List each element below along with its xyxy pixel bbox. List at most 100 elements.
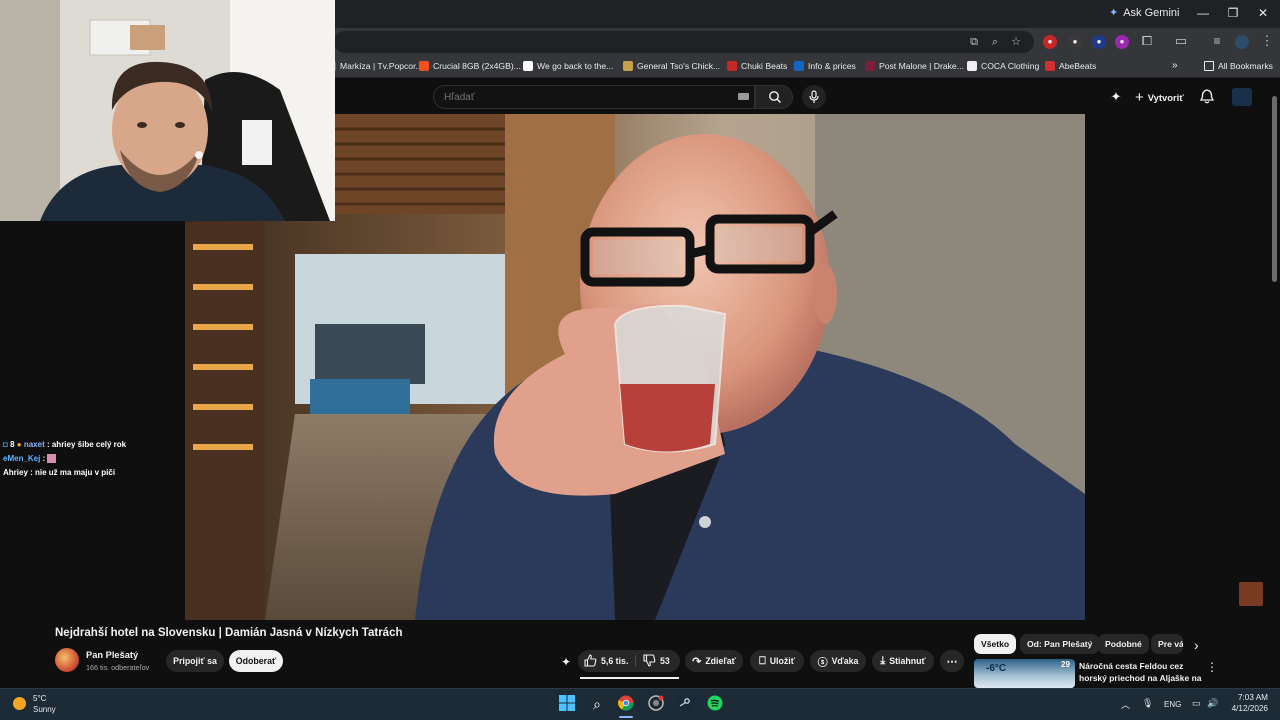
bookmark-item[interactable]: General Tso's Chick...	[623, 61, 720, 71]
chrome-active-indicator	[619, 716, 633, 718]
chip-related[interactable]: Podobné	[1098, 634, 1149, 654]
keyboard-icon[interactable]	[738, 93, 749, 100]
extension-red-icon[interactable]: ●	[1043, 35, 1057, 49]
search-box[interactable]	[433, 85, 755, 109]
channel-name[interactable]: Pan Plešatý	[86, 650, 138, 660]
chat-coin-icon: ●	[16, 440, 22, 449]
extension-blue-icon[interactable]: ●	[1092, 35, 1106, 49]
install-app-icon[interactable]: ⧉	[966, 34, 982, 50]
thanks-button[interactable]: ⓢ Vďaka	[810, 650, 866, 672]
bookmark-label: General Tso's Chick...	[637, 61, 721, 71]
zoom-icon[interactable]: ⌕	[987, 34, 1003, 50]
search-icon	[769, 91, 782, 104]
windows-start-icon[interactable]	[558, 695, 576, 713]
create-label: Vytvoriť	[1147, 91, 1184, 103]
chat-emote-icon	[47, 454, 57, 464]
create-button[interactable]: + Vytvoriť	[1129, 86, 1190, 108]
account-avatar[interactable]	[1232, 88, 1252, 106]
bookmark-label: We go back to the...	[537, 61, 614, 71]
bookmark-label: Chuki Beats	[741, 61, 788, 71]
reading-list-icon[interactable]: ≡	[1209, 33, 1225, 49]
share-button[interactable]: ↷ Zdieľať	[685, 650, 743, 672]
video-title: Nejdrahší hotel na Slovensku | Damián Ja…	[55, 627, 403, 639]
bookmark-item[interactable]: Crucial 8GB (2x4GB)...	[419, 61, 521, 71]
cast-icon[interactable]: ▭	[1173, 33, 1189, 49]
like-bar	[580, 677, 679, 679]
chat-username: naxet	[23, 440, 45, 449]
network-icon[interactable]: ▭	[1192, 698, 1201, 709]
tray-overflow-chevron-icon[interactable]: ︿	[1121, 698, 1130, 711]
voice-search-button[interactable]	[802, 85, 826, 109]
search-input[interactable]	[434, 86, 754, 108]
restore-window-button[interactable]: ❐	[1218, 4, 1248, 22]
bookmark-star-icon[interactable]: ☆	[1008, 34, 1024, 50]
bookmark-item[interactable]: Post Malone | Drake...	[865, 61, 964, 71]
tray-microphone-icon[interactable]: 🎙	[1142, 698, 1153, 709]
bookmark-item[interactable]: We go back to the...	[523, 61, 613, 71]
clock-date: 4/12/2026	[1231, 704, 1268, 713]
dislike-button[interactable]: 53	[643, 654, 670, 667]
extension-gray-icon[interactable]: ●	[1068, 35, 1082, 49]
stream-chat: ◘ 8 ● naxet : ahriey šibe celý rok eMen_…	[3, 438, 126, 480]
language-indicator[interactable]: ENG	[1164, 700, 1181, 709]
taskbar-search-icon[interactable]: ⌕	[588, 695, 606, 713]
recommendation-thumbnail[interactable]: -6°C	[974, 659, 1075, 688]
notifications-bell-icon[interactable]	[1199, 88, 1215, 110]
recommendation-more-icon[interactable]: ⋮	[1206, 660, 1218, 674]
share-label: Zdieľať	[705, 656, 736, 666]
minimize-window-button[interactable]: —	[1188, 4, 1218, 22]
channel-watermark-avatar[interactable]	[1239, 582, 1263, 606]
chip-for-you[interactable]: Pre vá	[1151, 634, 1183, 654]
join-button[interactable]: Pripojiť sa	[166, 650, 224, 672]
bookmark-item[interactable]: COCA Clothing	[967, 61, 1039, 71]
streamer-webcam-image	[0, 0, 335, 221]
bookmark-item[interactable]: AbeBeats	[1045, 61, 1096, 71]
more-actions-button[interactable]: ⋯	[940, 650, 964, 672]
bookmark-favicon-icon	[865, 61, 875, 71]
chat-message: nie už ma maju v piči	[35, 468, 116, 477]
close-window-button[interactable]: ✕	[1248, 4, 1278, 22]
ask-sparkle-icon[interactable]: ✦	[559, 655, 573, 669]
subscriber-count: 166 tis. odberateľov	[86, 663, 150, 672]
chrome-menu-icon[interactable]: ⋮	[1259, 33, 1275, 49]
clock-time: 7:03 AM	[1237, 693, 1268, 702]
chips-next-chevron-icon[interactable]: ›	[1194, 637, 1199, 653]
address-bar[interactable]	[334, 31, 1034, 53]
like-button[interactable]: 5,6 tis.	[584, 654, 628, 667]
spotify-taskbar-icon[interactable]	[706, 695, 724, 713]
save-button[interactable]: ⎕ Uložiť	[750, 650, 804, 672]
bookmark-item[interactable]: Info & prices	[794, 61, 856, 71]
volume-icon[interactable]: 🔊	[1207, 698, 1218, 709]
extension-purple-icon[interactable]: ●	[1115, 35, 1129, 49]
gemini-sparkle-icon: ✦	[1109, 7, 1119, 19]
weather-widget[interactable]: 5°C Sunny	[33, 693, 56, 715]
like-count: 5,6 tis.	[601, 655, 629, 666]
extensions-puzzle-icon[interactable]: ⧠	[1139, 33, 1155, 49]
search-button[interactable]	[755, 85, 793, 109]
subscribe-button[interactable]: Odoberať	[229, 650, 283, 672]
chat-line: Ahriey : nie už ma maju v piči	[3, 468, 116, 477]
more-bookmarks-chevron-icon[interactable]: »	[1172, 60, 1178, 71]
weather-desc: Sunny	[33, 705, 56, 714]
steam-taskbar-icon[interactable]	[676, 695, 694, 713]
chrome-taskbar-icon[interactable]	[617, 695, 635, 713]
chat-badge-icon: ◘	[3, 440, 8, 449]
chip-from-channel[interactable]: Od: Pan Plešatý	[1020, 634, 1100, 654]
chip-all[interactable]: Všetko	[974, 634, 1017, 654]
page-scrollbar-thumb[interactable]	[1272, 96, 1277, 282]
ask-gemini-button[interactable]: ✦ Ask Gemini	[1109, 6, 1179, 20]
all-bookmarks-button[interactable]: All Bookmarks	[1204, 61, 1273, 71]
like-divider	[635, 655, 636, 667]
channel-avatar[interactable]	[55, 648, 79, 672]
recommendation-badge: 29	[1061, 660, 1070, 669]
download-button[interactable]: ⤓ Stiahnuť	[872, 650, 934, 672]
profile-avatar-icon[interactable]	[1235, 35, 1249, 49]
bookmark-item[interactable]: Markíza | Tv.Popcor...	[326, 61, 423, 71]
sun-weather-icon[interactable]	[13, 697, 26, 710]
folder-icon	[1204, 61, 1214, 71]
bookmark-item[interactable]: Chuki Beats	[727, 61, 787, 71]
chrome-dev-taskbar-icon[interactable]	[647, 695, 665, 713]
taskbar-clock[interactable]: 7:03 AM 4/12/2026	[1226, 692, 1268, 714]
microphone-icon	[809, 90, 819, 103]
gemini-sparkle-yt-icon[interactable]: ✦	[1108, 89, 1124, 105]
